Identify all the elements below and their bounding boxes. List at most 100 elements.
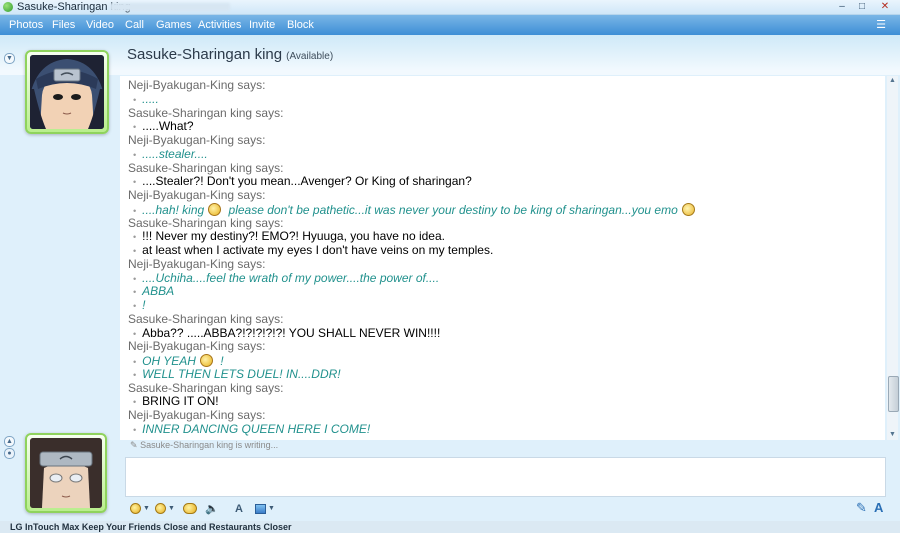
message-text: .....stealer.... [142, 146, 208, 161]
bullet-icon: • [133, 369, 137, 380]
pencil-icon: ✎ [130, 440, 138, 450]
contact-email-blurred [110, 3, 230, 11]
menu-call[interactable]: Call [125, 15, 144, 35]
message-text-continued: please don't be pathetic...it was never … [225, 202, 678, 217]
my-avatar-image [30, 438, 102, 508]
thinking-emoticon-icon [208, 202, 222, 216]
bullet-icon: • [133, 357, 137, 367]
message-text: ..... [142, 91, 159, 106]
neji-portrait-icon [30, 438, 102, 508]
sasuke-portrait-icon [30, 55, 104, 129]
bullet-icon: • [133, 301, 137, 311]
sender-header: Neji-Byakugan-King says: [128, 133, 266, 147]
menu-games[interactable]: Games [156, 15, 191, 35]
message-text: WELL THEN LETS DUEL! IN....DDR! [142, 366, 341, 381]
chat-message: •! [133, 299, 146, 313]
sender-header: Neji-Byakugan-King says: [128, 78, 266, 92]
composer-toolbar: ▼ ▼ 🔈 A ▼ [125, 500, 886, 518]
handwriting-icon[interactable]: ✎ [856, 500, 867, 516]
chat-message: • ....Uchiha....feel the wrath of my powe… [133, 270, 440, 286]
menu-bar: Photos Files Video Call Games Activities… [0, 15, 900, 35]
my-avatar[interactable] [25, 433, 107, 513]
font-style-icon[interactable]: A [874, 500, 883, 516]
scroll-up-icon[interactable]: ▲ [887, 76, 898, 86]
message-text: BRING IT ON! [142, 394, 219, 409]
bullet-icon: • [133, 424, 137, 435]
background-dropdown-icon[interactable]: ▼ [268, 502, 275, 516]
advertisement-banner[interactable]: LG InTouch Max Keep Your Friends Close a… [0, 521, 900, 533]
sender-header: Neji-Byakugan-King says: [128, 256, 266, 271]
message-text: Abba?? .....ABBA?!?!?!?!?! YOU SHALL NEV… [142, 325, 441, 340]
bullet-icon: • [133, 149, 137, 160]
menu-video[interactable]: Video [86, 15, 114, 35]
menu-files[interactable]: Files [52, 15, 75, 35]
bullet-icon: • [133, 328, 137, 339]
close-button[interactable]: ✕ [872, 1, 898, 13]
contact-avatar[interactable] [25, 50, 109, 134]
chat-message: • .....stealer.... [133, 146, 208, 162]
chat-message: • WELL THEN LETS DUEL! IN....DDR! [133, 366, 341, 382]
sender-header: Neji-Byakugan-King says: [128, 339, 266, 354]
sender-header: Sasuke-Sharingan king says: [128, 105, 284, 120]
contact-name: Sasuke-Sharingan king [127, 46, 283, 63]
collapse-bottom-icon[interactable]: ▲ [4, 436, 15, 447]
chat-message: • at least when I activate my eyes I don'… [133, 244, 493, 258]
sender-header: Sasuke-Sharingan king says: [128, 215, 284, 230]
scroll-down-icon[interactable]: ▼ [887, 430, 898, 440]
sender-header: Sasuke-Sharingan king says: [128, 380, 284, 395]
message-text: ....Uchiha....feel the wrath of my power… [142, 270, 440, 285]
menu-photos[interactable]: Photos [9, 15, 43, 35]
chat-message: • ABBA [133, 285, 174, 299]
wink-icon[interactable] [155, 503, 166, 514]
contact-display: Sasuke-Sharingan king (Available) [127, 46, 333, 63]
conversation-scrollbar[interactable]: ▲ ▼ [887, 76, 899, 440]
font-icon[interactable]: A [235, 502, 243, 516]
eye-roll-emoticon-icon [681, 202, 695, 216]
conversation-history[interactable]: Neji-Byakugan-King says: •..... Sasuke-Sha… [120, 76, 885, 440]
menu-invite[interactable]: Invite [249, 15, 275, 35]
sender-header: Neji-Byakugan-King says: [128, 408, 266, 422]
options-menu-icon[interactable]: ☰ [872, 18, 890, 32]
bullet-icon: • [133, 177, 137, 188]
message-input[interactable] [125, 457, 886, 497]
display-picture-toggle-icon[interactable]: ● [4, 448, 15, 459]
typing-status-text: Sasuke-Sharingan king is writing... [140, 440, 279, 450]
collapse-top-icon[interactable]: ▼ [4, 53, 15, 64]
bullet-icon: • [133, 287, 137, 298]
sender-header: Neji-Byakugan-King says: [128, 188, 266, 202]
title-bar: Sasuke-Sharingan king – □ ✕ [0, 0, 900, 15]
bullet-icon: • [133, 232, 137, 243]
bullet-icon: • [133, 273, 137, 284]
message-text: ....Stealer?! Don't you mean...Avenger? … [142, 174, 472, 189]
message-text: ABBA [142, 284, 175, 299]
message-text: .....What? [142, 119, 194, 134]
background-icon[interactable] [255, 504, 266, 514]
bullet-icon: • [133, 246, 137, 256]
contact-status: (Available) [286, 51, 334, 62]
chat-message: • INNER DANCING QUEEN HERE I COME! [133, 421, 371, 437]
bullet-icon: • [133, 397, 137, 408]
message-text: ! [142, 298, 146, 312]
thinking-emoticon-icon [199, 354, 213, 367]
bullet-icon: • [133, 94, 137, 105]
menu-activities[interactable]: Activities [198, 15, 241, 35]
message-text: INNER DANCING QUEEN HERE I COME! [142, 421, 371, 436]
scroll-thumb[interactable] [888, 376, 899, 412]
minimize-button[interactable]: – [832, 1, 852, 13]
wink-dropdown-icon[interactable]: ▼ [168, 502, 175, 516]
emoticon-dropdown-icon[interactable]: ▼ [143, 502, 150, 516]
chat-message: •..... [133, 91, 159, 107]
maximize-button[interactable]: □ [852, 1, 872, 13]
messenger-icon [3, 2, 13, 12]
message-text: !!! Never my destiny?! EMO?! Hyuuga, you… [142, 229, 445, 244]
sender-header: Sasuke-Sharingan king says: [128, 311, 284, 326]
contact-avatar-image [30, 55, 104, 129]
nudge-icon[interactable] [183, 503, 197, 514]
menu-block[interactable]: Block [287, 15, 314, 35]
smiley-icon[interactable] [130, 503, 141, 514]
message-text: at least when I activate my eyes I don't… [142, 243, 494, 257]
typing-indicator: ✎ Sasuke-Sharingan king is writing... [130, 440, 278, 451]
voice-icon[interactable]: 🔈 [205, 502, 219, 516]
sender-header: Sasuke-Sharingan king says: [128, 160, 284, 175]
bullet-icon: • [133, 122, 137, 133]
